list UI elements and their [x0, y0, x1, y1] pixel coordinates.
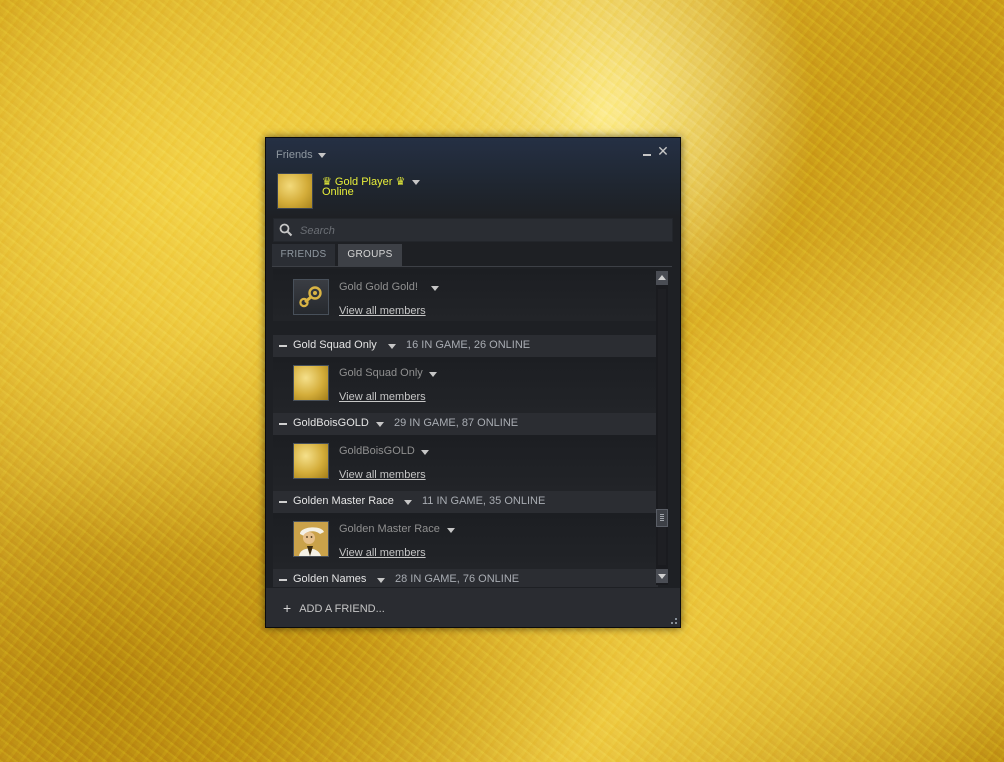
- add-friend-button[interactable]: + ADD A FRIEND...: [283, 600, 385, 616]
- group-name[interactable]: GoldBoisGOLD: [339, 445, 415, 457]
- user-avatar[interactable]: [277, 173, 313, 209]
- collapse-icon[interactable]: [279, 579, 287, 581]
- groups-list: Gold Gold Gold! View all members Gold Sq…: [273, 269, 658, 587]
- steam-logo-icon: [299, 286, 322, 308]
- friends-title-label: Friends: [276, 149, 313, 161]
- scrollbar[interactable]: [656, 271, 668, 585]
- group-avatar[interactable]: [293, 365, 329, 401]
- group-header-golden-names[interactable]: Golden Names 28 IN GAME, 76 ONLINE: [273, 569, 658, 587]
- group-header-name: Golden Master Race: [293, 495, 394, 507]
- scroll-thumb[interactable]: [656, 509, 668, 527]
- group-row-golden-master-race: Golden Master Race View all members: [273, 513, 658, 569]
- friends-window: Friends ✕ ♛ Gold Player ♛ Online FRIENDS…: [265, 137, 681, 628]
- close-icon: ✕: [657, 143, 669, 159]
- view-all-members-link[interactable]: View all members: [339, 391, 426, 403]
- group-row-goldboisgold: GoldBoisGOLD View all members: [273, 435, 658, 491]
- add-friend-label: ADD A FRIEND...: [299, 603, 385, 615]
- resize-grip-icon[interactable]: [668, 615, 678, 625]
- chevron-down-icon: [317, 152, 326, 158]
- search-box[interactable]: [273, 218, 673, 242]
- view-all-members-link[interactable]: View all members: [339, 547, 426, 559]
- chevron-down-icon[interactable]: [429, 372, 437, 377]
- group-header-gold-squad-only[interactable]: Gold Squad Only 16 IN GAME, 26 ONLINE: [273, 335, 658, 357]
- group-header-stats: 28 IN GAME, 76 ONLINE: [395, 573, 520, 585]
- plus-icon: +: [283, 600, 292, 616]
- group-header-name: GoldBoisGOLD: [293, 417, 369, 429]
- group-row-gold-squad-only: Gold Squad Only View all members: [273, 357, 658, 413]
- group-name[interactable]: Golden Master Race: [339, 523, 440, 535]
- search-icon: [279, 223, 293, 237]
- collapse-icon[interactable]: [279, 345, 287, 347]
- character-portrait-icon: [294, 522, 328, 556]
- group-header-name: Gold Squad Only: [293, 339, 377, 351]
- user-status: Online: [322, 186, 354, 198]
- close-button[interactable]: ✕: [656, 144, 670, 158]
- tab-friends[interactable]: FRIENDS: [272, 244, 335, 266]
- scroll-up-button[interactable]: [656, 271, 668, 285]
- chevron-down-icon[interactable]: [431, 286, 439, 291]
- group-header-stats: 29 IN GAME, 87 ONLINE: [394, 417, 519, 429]
- group-header-stats: 16 IN GAME, 26 ONLINE: [406, 339, 531, 351]
- group-name[interactable]: Gold Gold Gold!: [339, 281, 418, 293]
- group-avatar[interactable]: [293, 443, 329, 479]
- group-header-stats: 11 IN GAME, 35 ONLINE: [422, 495, 546, 507]
- chevron-down-icon[interactable]: [447, 528, 455, 533]
- chevron-down-icon: [412, 179, 421, 185]
- group-header-goldboisgold[interactable]: GoldBoisGOLD 29 IN GAME, 87 ONLINE: [273, 413, 658, 435]
- group-row-gold-gold-gold: Gold Gold Gold! View all members: [273, 269, 658, 321]
- chevron-down-icon[interactable]: [388, 344, 396, 349]
- view-all-members-link[interactable]: View all members: [339, 305, 426, 317]
- search-input[interactable]: [298, 221, 662, 241]
- group-name[interactable]: Gold Squad Only: [339, 367, 423, 379]
- friends-menu[interactable]: Friends: [276, 149, 326, 161]
- scroll-down-button[interactable]: [656, 569, 668, 583]
- minimize-button[interactable]: [640, 144, 654, 158]
- collapse-icon[interactable]: [279, 423, 287, 425]
- collapse-icon[interactable]: [279, 501, 287, 503]
- group-header-golden-master-race[interactable]: Golden Master Race 11 IN GAME, 35 ONLINE: [273, 491, 658, 513]
- group-avatar[interactable]: [293, 279, 329, 315]
- footer-bar: + ADD A FRIEND...: [266, 588, 680, 627]
- group-avatar[interactable]: [293, 521, 329, 557]
- chevron-down-icon[interactable]: [404, 500, 412, 505]
- tab-groups[interactable]: GROUPS: [338, 244, 402, 266]
- view-all-members-link[interactable]: View all members: [339, 469, 426, 481]
- chevron-down-icon[interactable]: [421, 450, 429, 455]
- chevron-down-icon[interactable]: [377, 578, 385, 583]
- tab-divider: [272, 266, 672, 267]
- group-header-name: Golden Names: [293, 573, 367, 585]
- chevron-down-icon[interactable]: [376, 422, 384, 427]
